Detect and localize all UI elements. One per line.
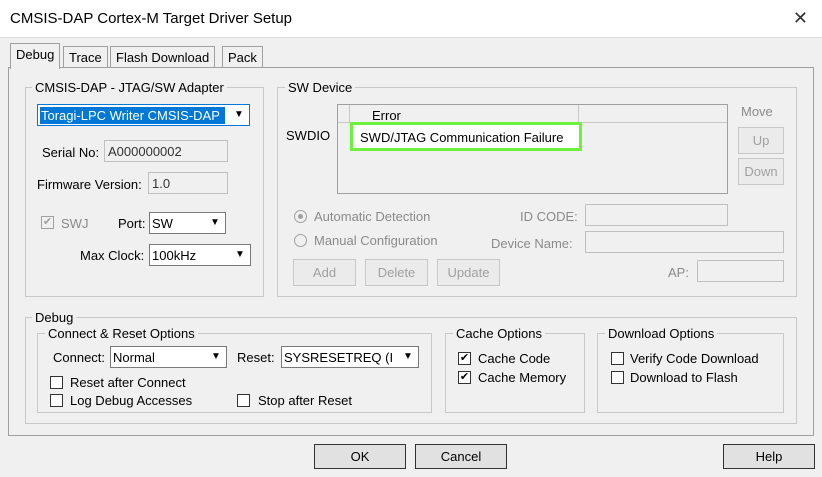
port-select[interactable]: SW ▼ xyxy=(149,212,226,234)
reset-label: Reset: xyxy=(237,350,275,365)
connect-select[interactable]: Normal ▼ xyxy=(110,346,227,368)
error-highlight-box: SWD/JTAG Communication Failure xyxy=(350,122,582,151)
adapter-select[interactable]: Toragi-LPC Writer CMSIS-DAP ▼ xyxy=(37,104,250,126)
chevron-down-icon[interactable]: ▼ xyxy=(230,245,250,265)
cache-code-label: Cache Code xyxy=(478,351,551,366)
auto-detect-radio[interactable] xyxy=(294,210,307,223)
cache-options-label: Cache Options xyxy=(453,326,545,341)
connect-label: Connect: xyxy=(53,350,106,365)
check-icon: ✔ xyxy=(459,371,470,383)
chevron-down-icon[interactable]: ▼ xyxy=(229,105,249,125)
device-name-field[interactable] xyxy=(585,231,784,253)
reset-after-connect-label: Reset after Connect xyxy=(70,375,186,390)
firmware-label: Firmware Version: xyxy=(37,177,142,192)
firmware-field: 1.0 xyxy=(148,172,228,194)
download-to-flash-label: Download to Flash xyxy=(630,370,738,385)
id-code-field[interactable] xyxy=(585,204,728,226)
stop-after-reset-label: Stop after Reset xyxy=(258,393,352,408)
cache-memory-checkbox[interactable]: ✔ xyxy=(458,371,471,384)
verify-code-download-label: Verify Code Download xyxy=(630,351,759,366)
maxclock-label: Max Clock: xyxy=(80,248,145,263)
up-button[interactable]: Up xyxy=(738,127,784,154)
manual-config-radio[interactable] xyxy=(294,234,307,247)
download-options-label: Download Options xyxy=(605,326,718,341)
swj-checkbox[interactable]: ✔ xyxy=(41,216,54,229)
move-label: Move xyxy=(741,104,773,119)
tab-pack[interactable]: Pack xyxy=(222,46,263,68)
reset-after-connect-checkbox[interactable] xyxy=(50,376,63,389)
adapter-group-label: CMSIS-DAP - JTAG/SW Adapter xyxy=(32,80,227,95)
serial-field: A000000002 xyxy=(104,140,228,162)
cancel-button[interactable]: Cancel xyxy=(415,444,507,469)
connect-reset-label: Connect & Reset Options xyxy=(45,326,198,341)
tab-trace[interactable]: Trace xyxy=(63,46,108,68)
swdio-label: SWDIO xyxy=(286,128,331,143)
title-bar: CMSIS-DAP Cortex-M Target Driver Setup ✕ xyxy=(0,0,822,38)
update-button[interactable]: Update xyxy=(437,259,500,286)
id-code-label: ID CODE: xyxy=(520,209,578,224)
port-label: Port: xyxy=(118,216,146,231)
device-name-label: Device Name: xyxy=(491,236,573,251)
manual-config-label: Manual Configuration xyxy=(314,233,438,248)
log-debug-accesses-checkbox[interactable] xyxy=(50,394,63,407)
chevron-down-icon[interactable]: ▼ xyxy=(205,213,225,233)
close-icon[interactable]: ✕ xyxy=(793,8,808,29)
ok-button[interactable]: OK xyxy=(314,444,406,469)
cache-code-checkbox[interactable]: ✔ xyxy=(458,352,471,365)
tab-debug[interactable]: Debug xyxy=(10,43,61,69)
column-header-error: Error xyxy=(372,108,401,123)
ap-label: AP: xyxy=(668,265,689,280)
auto-detect-label: Automatic Detection xyxy=(314,209,431,224)
list-header: Error xyxy=(338,105,727,123)
add-button[interactable]: Add xyxy=(293,259,356,286)
help-button[interactable]: Help xyxy=(723,444,815,469)
cache-memory-label: Cache Memory xyxy=(478,370,567,385)
down-button[interactable]: Down xyxy=(738,158,784,185)
verify-code-download-checkbox[interactable] xyxy=(611,352,624,365)
chevron-down-icon[interactable]: ▼ xyxy=(398,347,418,367)
delete-button[interactable]: Delete xyxy=(365,259,428,286)
serial-label: Serial No: xyxy=(42,145,100,160)
window-title: CMSIS-DAP Cortex-M Target Driver Setup xyxy=(10,10,293,27)
download-to-flash-checkbox[interactable] xyxy=(611,371,624,384)
debug-group-label: Debug xyxy=(32,310,77,325)
check-icon: ✔ xyxy=(459,352,470,364)
stop-after-reset-checkbox[interactable] xyxy=(237,394,250,407)
error-message: SWD/JTAG Communication Failure xyxy=(360,130,564,145)
chevron-down-icon[interactable]: ▼ xyxy=(206,347,226,367)
reset-select[interactable]: SYSRESETREQ (I ▼ xyxy=(281,346,419,368)
check-icon: ✔ xyxy=(42,216,53,228)
swj-label: SWJ xyxy=(61,216,89,231)
tab-flash-download[interactable]: Flash Download xyxy=(110,46,216,68)
maxclock-select[interactable]: 100kHz ▼ xyxy=(149,244,251,266)
sw-device-group-label: SW Device xyxy=(285,80,356,95)
log-debug-accesses-label: Log Debug Accesses xyxy=(70,393,193,408)
ap-field[interactable] xyxy=(697,260,784,282)
